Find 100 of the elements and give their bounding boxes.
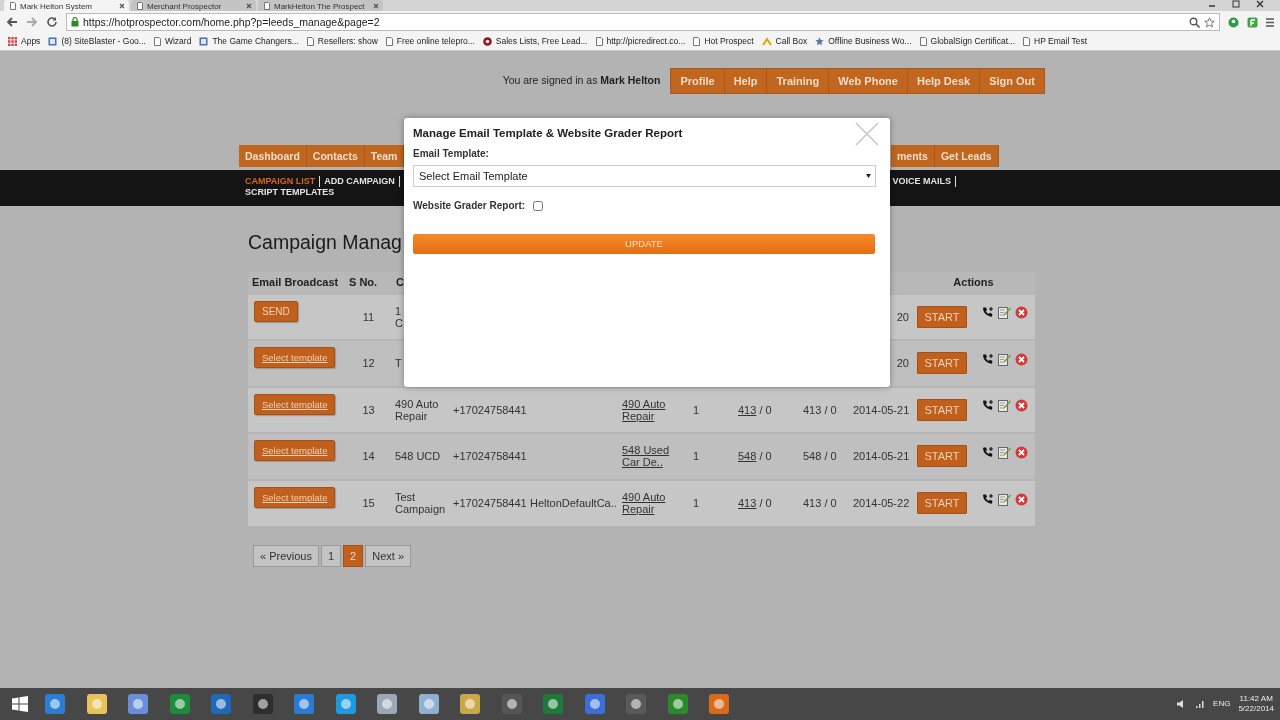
- bookmark[interactable]: Resellers: show: [302, 35, 382, 48]
- delete-icon[interactable]: [1015, 492, 1028, 506]
- phone-icon[interactable]: [982, 399, 994, 412]
- bookmark[interactable]: Free online telepro...: [381, 35, 479, 48]
- app-icon[interactable]: [583, 693, 606, 715]
- app-icon[interactable]: [44, 693, 66, 715]
- edit-icon[interactable]: [998, 492, 1011, 506]
- app-icon[interactable]: [127, 693, 149, 715]
- menu-icon[interactable]: [1266, 16, 1274, 28]
- subnav-link[interactable]: ADD CAMPAIGN: [324, 176, 400, 187]
- circle-icon: [482, 37, 492, 46]
- edit-icon[interactable]: [998, 445, 1011, 459]
- count-link[interactable]: 413: [738, 497, 757, 509]
- browser-tab[interactable]: MarkHelton The Prospect: [258, 0, 383, 11]
- app-icon[interactable]: [210, 693, 232, 715]
- bookmark[interactable]: The Game Changers...: [195, 35, 303, 48]
- table-cell: 548 / 0: [800, 433, 850, 480]
- app-icon[interactable]: [708, 693, 730, 715]
- app-icon[interactable]: [459, 693, 481, 715]
- app-icon[interactable]: [251, 693, 274, 715]
- extension-icon[interactable]: [1228, 16, 1239, 28]
- app-icon[interactable]: [625, 693, 647, 715]
- subnav-link[interactable]: VOICE MAILS: [892, 176, 956, 187]
- phone-icon[interactable]: [982, 445, 994, 458]
- page-link[interactable]: 1: [321, 545, 342, 567]
- field-label: Email Template:: [413, 147, 490, 161]
- table-cell: +17024758441: [450, 386, 527, 433]
- bookmark[interactable]: Apps: [4, 35, 45, 48]
- close-icon[interactable]: [373, 3, 379, 9]
- app-icon[interactable]: [376, 693, 398, 715]
- page-icon: [693, 37, 701, 46]
- bookmark[interactable]: Hot Prospect: [689, 35, 758, 48]
- subnav-link[interactable]: SCRIPT TEMPLATES: [245, 187, 339, 198]
- count-link[interactable]: 413: [738, 403, 757, 416]
- star-icon[interactable]: [1204, 16, 1215, 28]
- close-icon[interactable]: [246, 3, 252, 9]
- template-dropdown[interactable]: Select Email Template: [413, 165, 876, 187]
- count-link[interactable]: 548: [738, 450, 757, 462]
- square-icon: [199, 37, 209, 46]
- page-icon: [153, 37, 161, 46]
- browser-tab[interactable]: Mark Helton System: [4, 0, 129, 11]
- app-icon[interactable]: [85, 693, 108, 715]
- page-link[interactable]: « Previous: [253, 545, 319, 567]
- page-title: Campaign Manag: [248, 231, 402, 253]
- close-icon[interactable]: [119, 3, 125, 9]
- phone-icon[interactable]: [982, 492, 994, 505]
- bookmark[interactable]: Call Box: [757, 35, 812, 48]
- dialog-title: Manage Email Template & Website Grader Report: [413, 126, 683, 141]
- lock-icon: [71, 17, 79, 27]
- start-icon[interactable]: [12, 696, 28, 712]
- delete-icon[interactable]: [1015, 352, 1028, 366]
- app-icon[interactable]: [666, 693, 689, 715]
- page-icon: [1023, 37, 1031, 46]
- network-icon[interactable]: [1195, 699, 1206, 709]
- back-icon[interactable]: [6, 16, 18, 28]
- caret-icon: [866, 174, 871, 178]
- maximize-icon[interactable]: [1232, 0, 1240, 8]
- address-bar[interactable]: https://hotprospector.com/home.php?p=leeds_manage&page=2: [66, 13, 1220, 31]
- app-icon[interactable]: [542, 693, 564, 715]
- subnav-link[interactable]: CAMPAIGN LIST: [245, 176, 321, 187]
- table-cell: +17024758441: [450, 433, 527, 480]
- table-cell: 1: [690, 386, 735, 433]
- search-icon[interactable]: [1189, 16, 1200, 28]
- reload-icon[interactable]: [46, 16, 58, 28]
- table-cell: 15: [345, 479, 392, 526]
- bookmark[interactable]: (8) SiteBlaster - Goo...: [44, 35, 150, 48]
- app-icon[interactable]: [334, 693, 357, 715]
- browser-tab[interactable]: Merchant Prospector: [131, 0, 256, 11]
- bookmark[interactable]: HP Email Test: [1019, 35, 1092, 48]
- app-icon[interactable]: [293, 693, 315, 715]
- table-cell: 2014-05-21: [850, 386, 912, 433]
- app-icon[interactable]: [168, 693, 191, 715]
- grader-checkbox[interactable]: [533, 200, 544, 211]
- table-cell: 413 / 0: [800, 479, 850, 526]
- app-icon[interactable]: [500, 693, 523, 715]
- column-header: Email Broadcast: [248, 271, 345, 294]
- extension-icon[interactable]: [1247, 16, 1258, 28]
- phone-icon[interactable]: [982, 352, 994, 365]
- page-icon: [919, 37, 927, 46]
- page-link[interactable]: Next »: [365, 545, 412, 567]
- edit-icon[interactable]: [998, 399, 1011, 413]
- edit-icon[interactable]: [998, 352, 1011, 366]
- bookmark[interactable]: http://picredirect.co...: [591, 35, 690, 48]
- table-cell: 548 UCD: [392, 433, 450, 480]
- bookmark[interactable]: Offline Business Wo...: [811, 35, 916, 48]
- phone-icon[interactable]: [982, 306, 994, 319]
- close-icon[interactable]: [1256, 0, 1264, 8]
- app-icon[interactable]: [417, 693, 440, 715]
- language-indicator[interactable]: ENG: [1213, 699, 1231, 709]
- delete-icon[interactable]: [1015, 445, 1028, 459]
- edit-icon[interactable]: [998, 306, 1011, 320]
- table-cell: +17024758441: [450, 479, 527, 526]
- delete-icon[interactable]: [1015, 306, 1028, 320]
- bookmark[interactable]: Sales Lists, Free Lead...: [478, 35, 592, 48]
- square-icon: [48, 37, 58, 46]
- count-text: / 0: [758, 403, 772, 416]
- table-cell: 11: [345, 293, 392, 340]
- bookmark[interactable]: GlobalSign Certificat...: [915, 35, 1020, 48]
- bookmark[interactable]: Wizard: [149, 35, 196, 48]
- delete-icon[interactable]: [1015, 399, 1028, 413]
